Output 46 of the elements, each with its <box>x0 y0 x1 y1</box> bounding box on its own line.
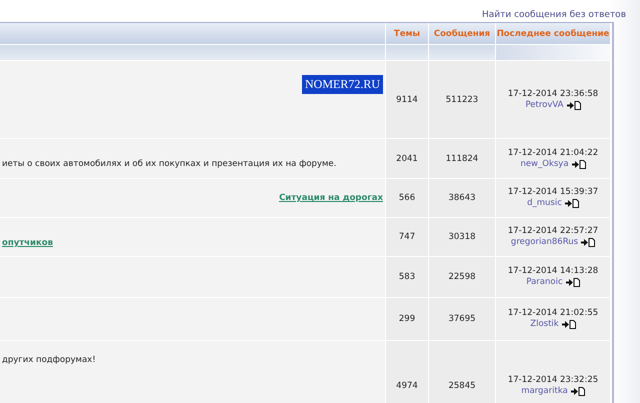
go-to-post-icon[interactable] <box>581 238 596 247</box>
forum-description: иеты о своих автомобилях и об их покупках и презентация их на форуме. <box>2 158 338 168</box>
topic-count: 2041 <box>385 139 428 179</box>
username-link[interactable]: gregorian86Rus <box>510 237 578 248</box>
topic-count: 747 <box>385 218 428 257</box>
column-header: Сообщения <box>428 23 495 45</box>
subforum-link[interactable]: опутчиков <box>2 226 383 248</box>
username-link[interactable]: d_music <box>527 198 562 209</box>
post-date: 17-12-2014 21:02:55 <box>508 308 598 319</box>
post-count: 22598 <box>428 257 495 298</box>
subheader-cell <box>385 45 428 61</box>
post-date: 17-12-2014 15:39:37 <box>508 187 598 198</box>
username-link[interactable]: new_Oksya <box>520 158 569 170</box>
topic-count: 4974 <box>385 341 428 403</box>
post-date: 17-12-2014 23:32:25 <box>508 374 598 386</box>
column-header: Последнее сообщение <box>495 23 610 45</box>
username-link[interactable]: margaritka <box>521 386 568 396</box>
username-link[interactable]: Paranoic <box>526 277 563 288</box>
post-count: 25845 <box>428 341 495 403</box>
post-count: 37695 <box>428 298 495 341</box>
site-banner[interactable]: NOMER72.RU <box>302 75 383 94</box>
go-to-post-icon[interactable] <box>572 160 586 168</box>
post-date: 17-12-2014 22:57:27 <box>508 226 598 237</box>
username-link[interactable]: Zlostik <box>530 319 559 330</box>
post-count: 511223 <box>428 61 495 139</box>
post-date: 17-12-2014 14:13:28 <box>508 266 598 277</box>
topic-count: 566 <box>385 179 428 218</box>
subheader-cell <box>428 45 495 61</box>
topic-count: 299 <box>385 298 428 341</box>
username-link[interactable]: PetrovVA <box>525 100 564 110</box>
search-unanswered-link[interactable]: Найти сообщения без ответов <box>482 10 626 20</box>
topic-count: 583 <box>385 257 428 298</box>
post-count: 111824 <box>428 139 495 179</box>
go-to-post-icon[interactable] <box>570 386 585 396</box>
column-header: Темы <box>385 23 428 45</box>
post-count: 30318 <box>428 218 495 257</box>
go-to-post-icon[interactable] <box>564 199 579 208</box>
go-to-post-icon[interactable] <box>562 320 576 329</box>
go-to-post-icon[interactable] <box>566 100 580 110</box>
forum-description: других подфорумах! <box>2 355 97 365</box>
subforum-link[interactable]: Ситуация на дорогах <box>279 193 383 203</box>
post-date: 17-12-2014 23:36:58 <box>508 88 598 100</box>
post-date: 17-12-2014 21:04:22 <box>508 148 598 158</box>
post-count: 38643 <box>428 179 495 218</box>
go-to-post-icon[interactable] <box>566 278 580 287</box>
topic-count: 9114 <box>385 61 428 139</box>
